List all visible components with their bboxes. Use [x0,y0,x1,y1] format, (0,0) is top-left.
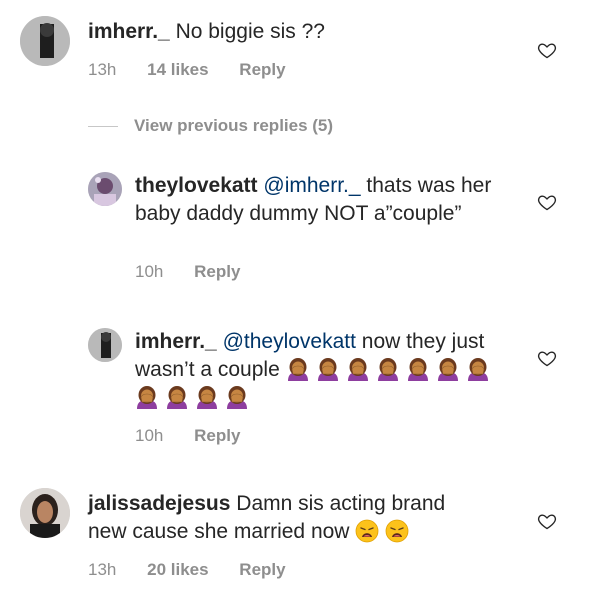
comment-mention[interactable]: @theylovekatt [223,330,356,353]
avatar-image [20,16,70,66]
comment: imherr._ No biggie sis ?? 13h 14 likes R… [0,0,590,100]
comment-username[interactable]: imherr._ [88,20,170,43]
person-facepalming-emoji [436,357,460,381]
avatar[interactable] [20,488,70,538]
comment-time: 13h [88,60,117,79]
person-facepalming-emoji [165,385,189,409]
comment-time: 10h [135,262,164,281]
comment-time: 13h [88,560,117,579]
divider-line [88,126,118,128]
comment-username[interactable]: imherr._ [135,330,217,353]
person-facepalming-emoji [466,357,490,381]
heart-outline-icon[interactable] [537,40,557,60]
person-facepalming-emoji [135,385,159,409]
weary-face-emoji [355,519,379,543]
comment-body: theylovekatt @imherr._ thats was her bab… [135,172,495,228]
comment-body: imherr._ No biggie sis ?? [88,18,508,46]
avatar-image [88,328,122,362]
person-facepalming-emoji [316,357,340,381]
comment-username[interactable]: jalissadejesus [88,492,230,515]
avatar-image [20,488,70,538]
view-previous-replies-button[interactable]: View previous replies (5) [88,116,333,136]
comment-time: 10h [135,426,164,445]
weary-face-emoji [385,519,409,543]
avatar-image [88,172,122,206]
view-previous-label: View previous replies (5) [134,116,334,135]
person-facepalming-emoji [346,357,370,381]
reply-button[interactable]: Reply [194,426,240,445]
comment-meta: 10h Reply [135,426,266,446]
comment-body: jalissadejesus Damn sis acting brand new… [88,490,488,546]
person-facepalming-emoji [195,385,219,409]
comment-meta: 10h Reply [135,262,266,282]
reply-button[interactable]: Reply [239,560,285,579]
avatar[interactable] [88,172,122,206]
avatar[interactable] [88,328,122,362]
comment-username[interactable]: theylovekatt [135,174,258,197]
avatar[interactable] [20,16,70,66]
comment-meta: 13h 14 likes Reply [88,60,312,80]
reply-button[interactable]: Reply [239,60,285,79]
comment-likes[interactable]: 14 likes [147,60,208,79]
person-facepalming-emoji [225,385,249,409]
heart-outline-icon[interactable] [537,348,557,368]
comment-body: imherr._ @theylovekatt now they just was… [135,328,515,412]
heart-outline-icon[interactable] [537,192,557,212]
comment-mention[interactable]: @imherr._ [263,174,360,197]
reply-comment: theylovekatt @imherr._ thats was her bab… [0,160,590,290]
person-facepalming-emoji [286,357,310,381]
comment-likes[interactable]: 20 likes [147,560,208,579]
reply-comment: imherr._ @theylovekatt now they just was… [0,318,590,458]
comment-text: No biggie sis ?? [175,20,325,43]
person-facepalming-emoji [406,357,430,381]
person-facepalming-emoji [376,357,400,381]
comment: jalissadejesus Damn sis acting brand new… [0,480,590,604]
comment-meta: 13h 20 likes Reply [88,560,312,580]
reply-button[interactable]: Reply [194,262,240,281]
heart-outline-icon[interactable] [537,511,557,531]
emoji-list [355,519,415,543]
